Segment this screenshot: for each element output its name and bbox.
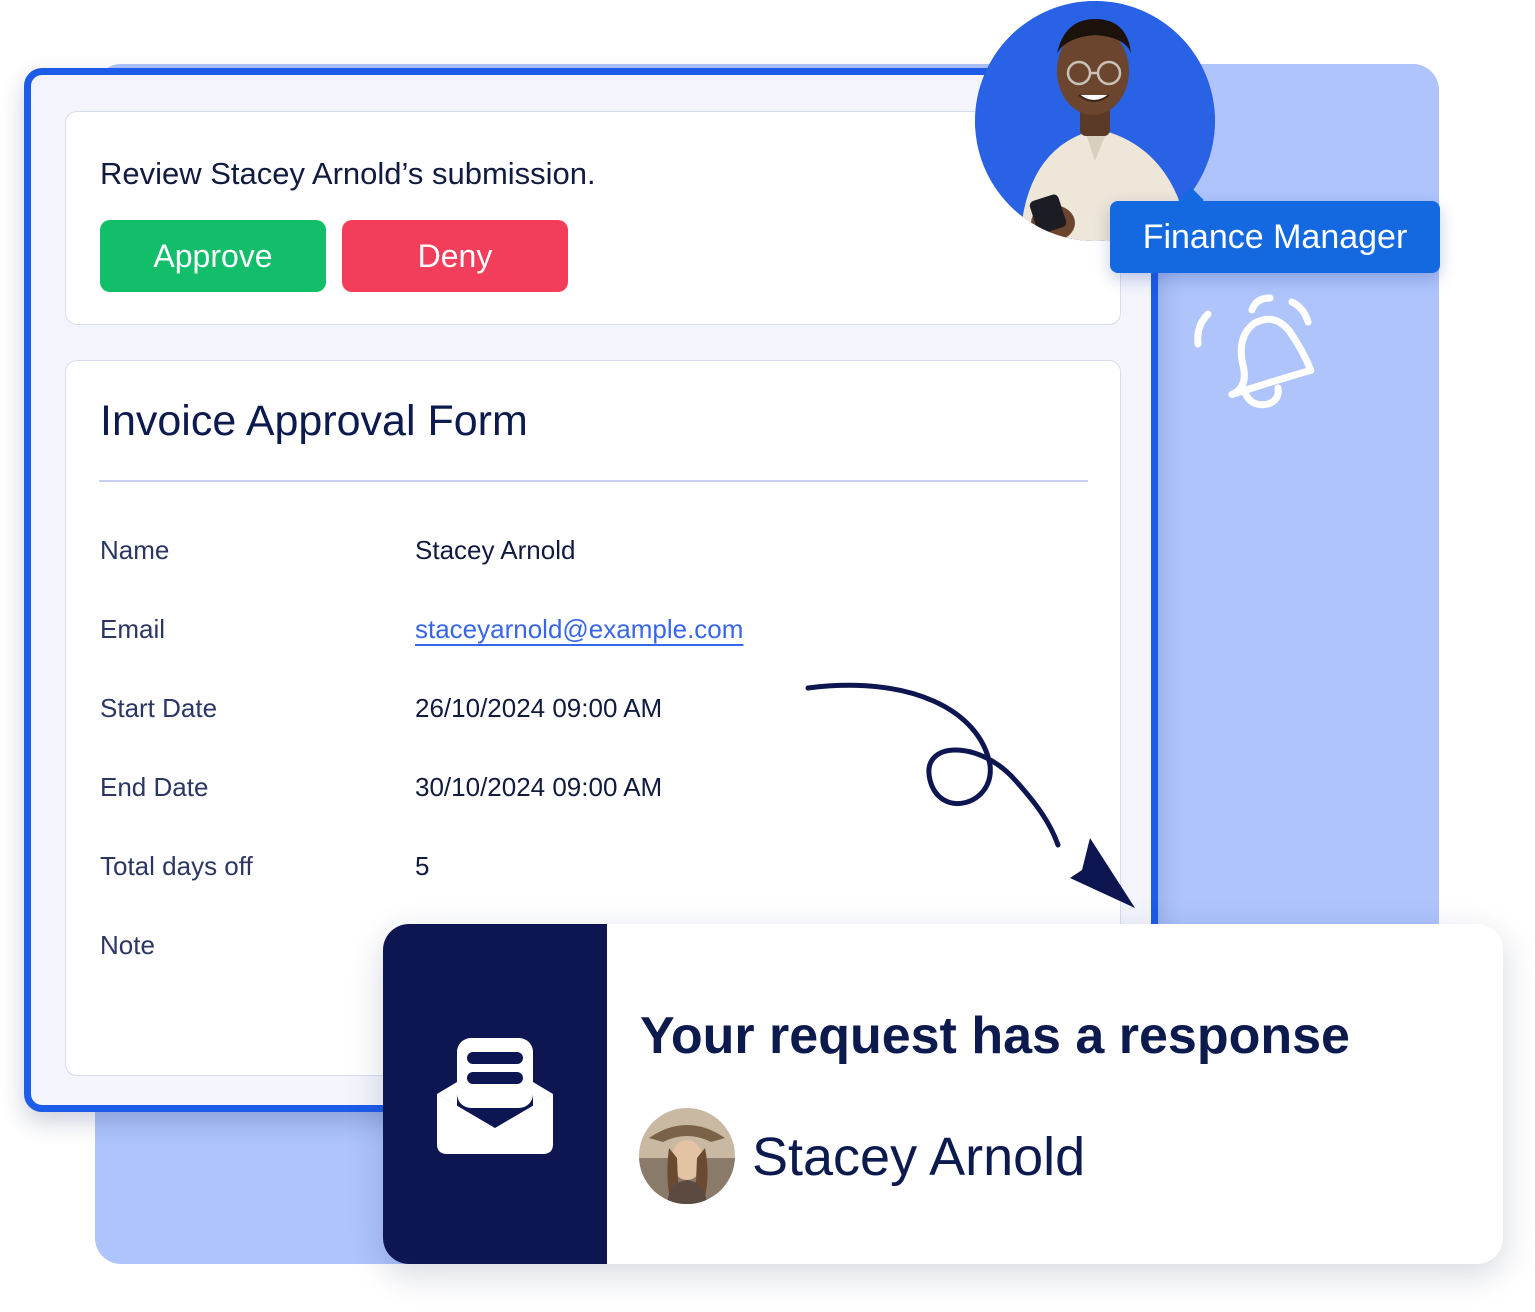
form-divider (99, 480, 1088, 482)
response-notification[interactable]: Your request has a response Stacey Arnol… (383, 924, 1503, 1264)
field-value-start-date: 26/10/2024 09:00 AM (415, 693, 663, 723)
curly-arrow (805, 682, 1135, 908)
finance-manager-badge: Finance Manager (1110, 201, 1440, 273)
email-link[interactable]: staceyarnold@example.com (415, 614, 743, 645)
review-section: Review Stacey Arnold’s submission. Appro… (65, 111, 1121, 325)
field-label-start-date: Start Date (100, 693, 218, 723)
open-mail-icon (437, 1038, 553, 1154)
woman-avatar-photo (639, 1108, 735, 1204)
notification-user-name: Stacey Arnold (752, 1127, 1086, 1187)
field-value-name: Stacey Arnold (415, 535, 576, 565)
field-label-end-date: End Date (100, 772, 209, 802)
form-title: Invoice Approval Form (100, 397, 528, 445)
field-value-end-date: 30/10/2024 09:00 AM (415, 772, 663, 802)
field-value-total-days: 5 (415, 851, 430, 881)
notification-title: Your request has a response (640, 1007, 1350, 1065)
approve-button[interactable]: Approve (100, 220, 326, 292)
bell-icon (1194, 294, 1315, 409)
field-label-name: Name (100, 535, 170, 565)
field-label-total-days: Total days off (100, 851, 253, 881)
field-label-note: Note (100, 930, 155, 960)
review-prompt: Review Stacey Arnold’s submission. (100, 156, 596, 191)
field-label-email: Email (100, 614, 166, 644)
notification-icon-panel (383, 924, 607, 1264)
deny-button[interactable]: Deny (342, 220, 568, 292)
